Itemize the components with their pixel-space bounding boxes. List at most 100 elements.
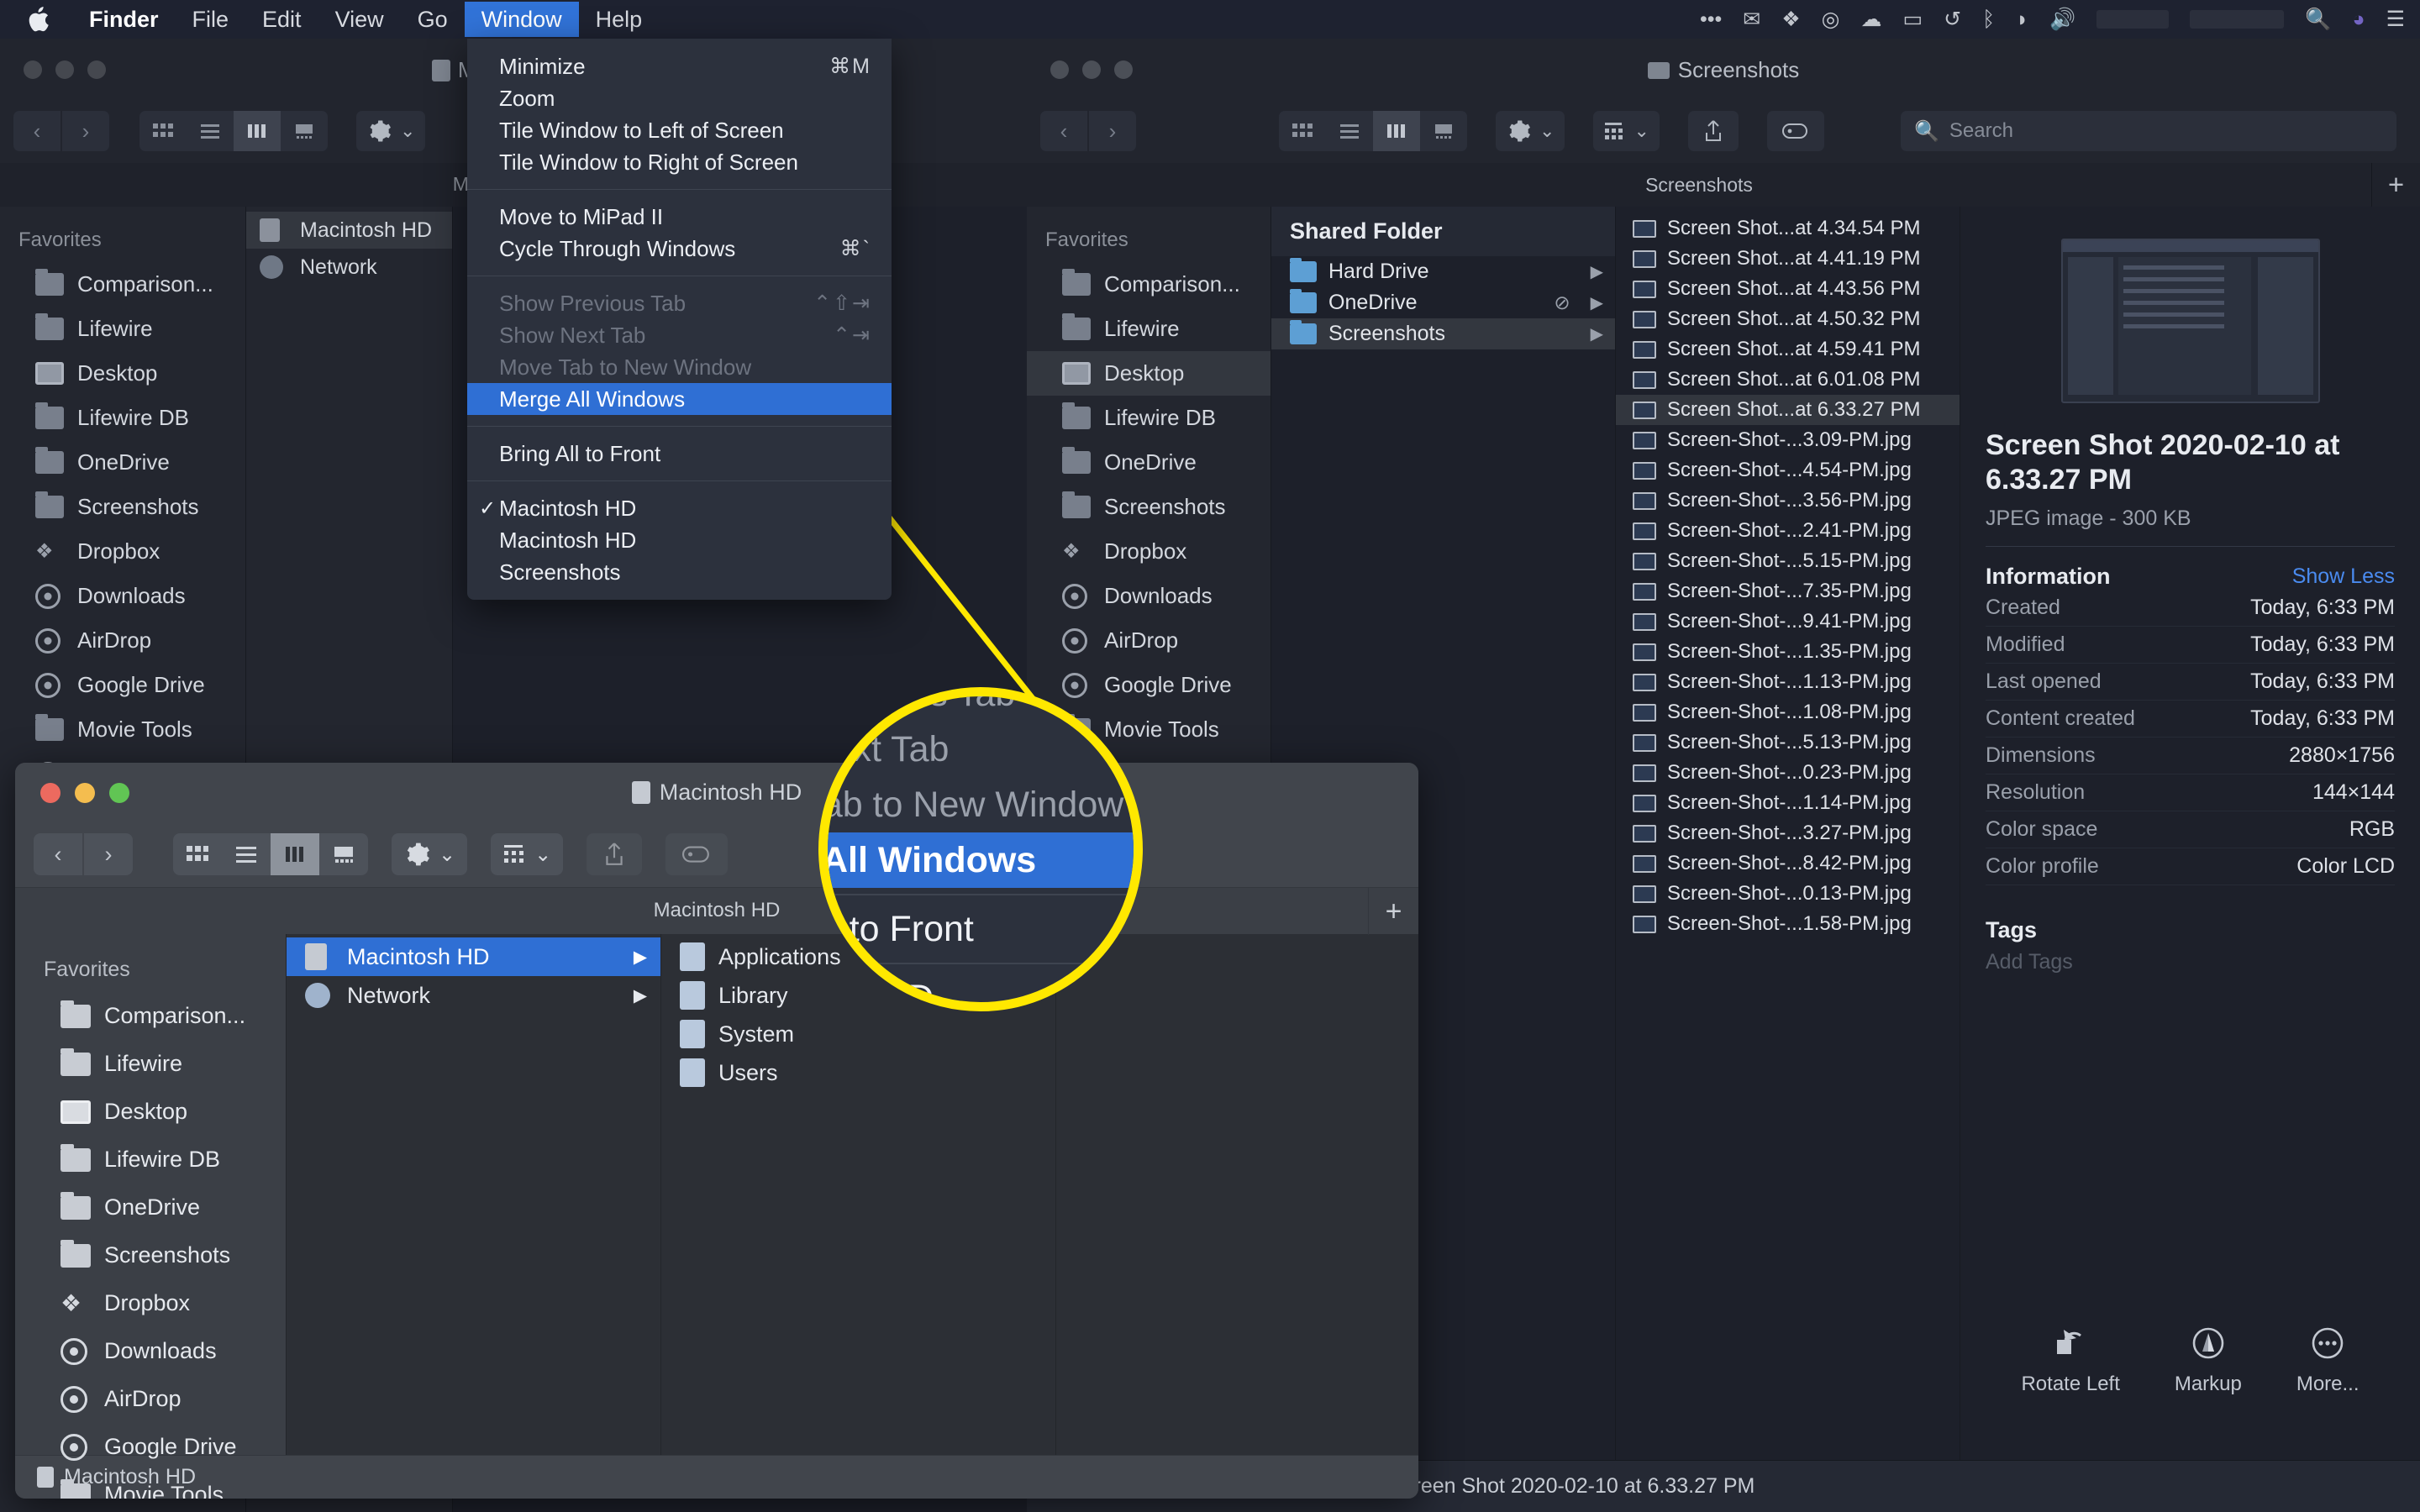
rotate-left-button[interactable]: Rotate Left	[2021, 1324, 2120, 1396]
control-center-icon[interactable]: ☰	[2386, 7, 2405, 32]
action-menu-button[interactable]: ⌄	[392, 833, 468, 875]
new-tab-button[interactable]: +	[2371, 163, 2420, 207]
file-list-item[interactable]: Screen-Shot-...3.27-PM.jpg	[1616, 818, 1960, 848]
icon-view-icon[interactable]	[173, 833, 222, 875]
search-input[interactable]: 🔍 Search	[1901, 111, 2396, 151]
dropbox-icon[interactable]: ❖	[1781, 7, 1800, 32]
gallery-view-icon[interactable]	[1420, 111, 1467, 151]
more-button[interactable]: More...	[2296, 1324, 2360, 1396]
sidebar-item-movie-tools[interactable]: Movie Tools	[0, 707, 245, 752]
sidebar-item-google-drive[interactable]: Google Drive	[15, 1423, 286, 1471]
column-view-icon[interactable]	[234, 111, 281, 151]
sidebar-item-screenshots[interactable]: Screenshots	[15, 1231, 286, 1279]
search-icon[interactable]: 🔍	[2305, 8, 2331, 32]
menu-help[interactable]: Help	[579, 2, 660, 37]
menu-item-zoom[interactable]: Zoom	[467, 82, 892, 114]
back-button[interactable]: ‹	[34, 833, 82, 875]
file-list-item[interactable]: Screen-Shot-...1.14-PM.jpg	[1616, 788, 1960, 818]
file-list-item[interactable]: Screen-Shot-...1.58-PM.jpg	[1616, 909, 1960, 939]
add-tags-placeholder[interactable]: Add Tags	[1986, 950, 2395, 974]
sidebar-item-downloads[interactable]: Downloads	[1027, 574, 1270, 618]
share-button[interactable]	[587, 833, 643, 875]
file-list-item[interactable]: Screen Shot...at 4.43.56 PM	[1616, 274, 1960, 304]
menu-item-bring-all-to-front[interactable]: Bring All to Front	[467, 438, 892, 470]
icon-view-icon[interactable]	[1279, 111, 1326, 151]
markup-button[interactable]: Markup	[2175, 1324, 2242, 1396]
cloud-icon[interactable]: ☁	[1860, 7, 1881, 32]
file-list-item[interactable]: Screen-Shot-...8.42-PM.jpg	[1616, 848, 1960, 879]
column-view-icon[interactable]	[1373, 111, 1420, 151]
show-less-link[interactable]: Show Less	[2292, 564, 2395, 589]
sidebar-item-google-drive[interactable]: Google Drive	[0, 663, 245, 707]
breadcrumb-file[interactable]: Screen Shot 2020-02-10 at 6.33.27 PM	[1389, 1474, 1754, 1499]
sidebar-item-lifewire-db[interactable]: Lifewire DB	[0, 396, 245, 440]
view-mode-segmented-control[interactable]	[173, 833, 368, 875]
wifi-icon[interactable]: ◗	[2016, 8, 2028, 32]
menu-item-screenshots[interactable]: Screenshots	[467, 556, 892, 588]
action-menu-button[interactable]: ⌄	[1496, 111, 1565, 151]
column-item-macintosh-hd[interactable]: Macintosh HD ▶	[287, 937, 660, 976]
column-view-icon[interactable]	[271, 833, 319, 875]
sidebar-item-dropbox[interactable]: ❖ Dropbox	[1027, 529, 1270, 574]
gallery-view-icon[interactable]	[281, 111, 328, 151]
menu-go[interactable]: Go	[401, 2, 465, 37]
new-tab-button[interactable]: +	[1368, 888, 1418, 935]
back-button[interactable]: ‹	[1040, 111, 1087, 151]
sidebar-item-comparison[interactable]: Comparison...	[15, 992, 286, 1040]
sidebar-item-screenshots[interactable]: Screenshots	[1027, 485, 1270, 529]
menu-item-minimize[interactable]: Minimize ⌘M	[467, 50, 892, 82]
file-list-item[interactable]: Screen Shot...at 6.33.27 PM	[1616, 395, 1960, 425]
sidebar-item-desktop[interactable]: Desktop	[15, 1088, 286, 1136]
tag-button[interactable]	[1766, 111, 1824, 151]
sidebar-item-dropbox[interactable]: ❖ Dropbox	[0, 529, 245, 574]
tab-screenshots[interactable]: Screenshots	[1027, 163, 2371, 207]
list-view-icon[interactable]	[187, 111, 234, 151]
user-avatar-icon[interactable]: ◕	[2352, 8, 2365, 32]
column-item-users[interactable]: Users	[661, 1053, 1055, 1092]
apple-logo-icon[interactable]	[25, 5, 54, 34]
list-view-icon[interactable]	[222, 833, 271, 875]
sidebar-item-dropbox[interactable]: ❖ Dropbox	[15, 1279, 286, 1327]
bluetooth-icon[interactable]: ᛒ	[1982, 8, 1995, 32]
airplay-icon[interactable]: ▭	[1902, 7, 1923, 32]
view-mode-segmented-control[interactable]	[1279, 111, 1467, 151]
forward-button[interactable]: ›	[1089, 111, 1136, 151]
menu-file[interactable]: File	[176, 2, 246, 37]
menu-item-tile-window-to-right-of-screen[interactable]: Tile Window to Right of Screen	[467, 146, 892, 178]
forward-button[interactable]: ›	[84, 833, 133, 875]
file-list-item[interactable]: Screen-Shot-...9.41-PM.jpg	[1616, 606, 1960, 637]
file-list-item[interactable]: Screen-Shot-...1.08-PM.jpg	[1616, 697, 1960, 727]
sidebar-item-lifewire[interactable]: Lifewire	[0, 307, 245, 351]
file-list-item[interactable]: Screen Shot...at 4.34.54 PM	[1616, 213, 1960, 244]
file-list-item[interactable]: Screen-Shot-...2.41-PM.jpg	[1616, 516, 1960, 546]
list-view-icon[interactable]	[1326, 111, 1373, 151]
column-item-macintosh-hd[interactable]: Macintosh HD	[246, 212, 452, 249]
sidebar-item-lifewire[interactable]: Lifewire	[15, 1040, 286, 1088]
file-list-item[interactable]: Screen Shot...at 4.59.41 PM	[1616, 334, 1960, 365]
sidebar-item-lifewire-db[interactable]: Lifewire DB	[1027, 396, 1270, 440]
finder-window-front-bottom[interactable]: Macintosh HD ‹ › ⌄ ⌄ Macintosh HD + Favo…	[15, 763, 1418, 1499]
sidebar-item-airdrop[interactable]: AirDrop	[15, 1375, 286, 1423]
more-dots-icon[interactable]: •••	[1700, 8, 1722, 32]
column-item-system[interactable]: System	[661, 1015, 1055, 1053]
file-list-item[interactable]: Screen-Shot-...0.23-PM.jpg	[1616, 758, 1960, 788]
sidebar-item-downloads[interactable]: Downloads	[0, 574, 245, 618]
file-list-item[interactable]: Screen-Shot-...1.35-PM.jpg	[1616, 637, 1960, 667]
sidebar-item-lifewire[interactable]: Lifewire	[1027, 307, 1270, 351]
menu-window[interactable]: Window	[464, 2, 579, 37]
volume-icon[interactable]: 🔊	[2049, 8, 2075, 32]
sidebar-item-desktop[interactable]: Desktop	[0, 351, 245, 396]
share-button[interactable]	[1687, 111, 1739, 151]
window-dropdown-menu[interactable]: Minimize ⌘M Zoom Tile Window to Left of Scr…	[467, 39, 892, 600]
file-list-item[interactable]: Screen-Shot-...3.09-PM.jpg	[1616, 425, 1960, 455]
forward-button[interactable]: ›	[62, 111, 109, 151]
group-by-button[interactable]: ⌄	[1593, 111, 1660, 151]
file-list-item[interactable]: Screen-Shot-...3.56-PM.jpg	[1616, 486, 1960, 516]
menu-item-merge-all-windows[interactable]: Merge All Windows	[467, 383, 892, 415]
shared-item-onedrive[interactable]: OneDrive ⊘ ▶	[1271, 287, 1615, 318]
sidebar-item-comparison[interactable]: Comparison...	[1027, 262, 1270, 307]
sidebar-item-onedrive[interactable]: OneDrive	[15, 1184, 286, 1231]
sidebar-item-downloads[interactable]: Downloads	[15, 1327, 286, 1375]
sidebar-item-desktop[interactable]: Desktop	[1027, 351, 1270, 396]
cd-icon[interactable]: ◎	[1822, 7, 1840, 32]
